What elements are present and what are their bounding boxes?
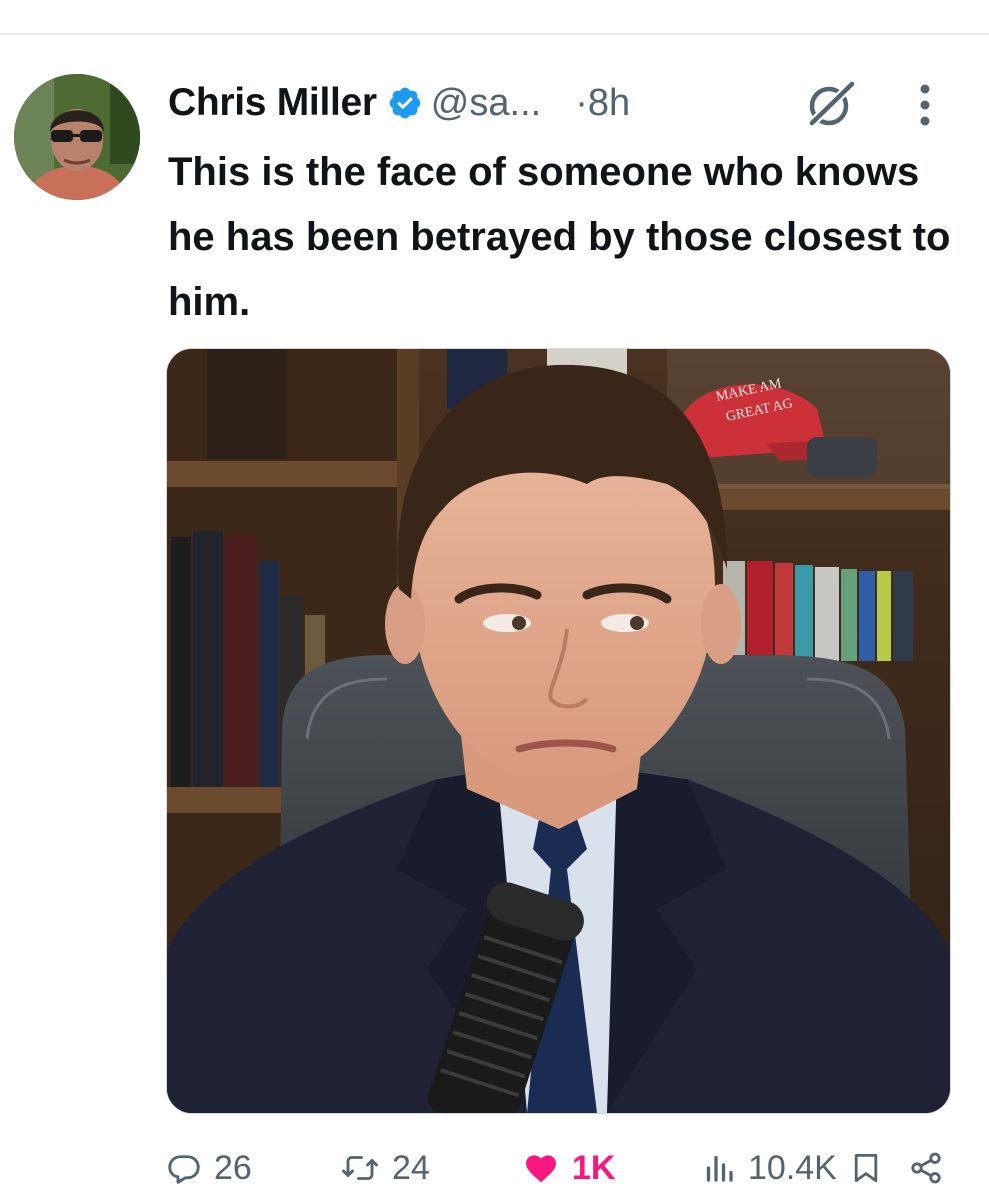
author-handle[interactable]: @sa...	[431, 82, 541, 125]
share-icon	[911, 1152, 941, 1184]
bookmark-button[interactable]	[852, 1142, 880, 1194]
bookmark-icon	[854, 1154, 878, 1183]
time-label: 8h	[587, 81, 631, 124]
tweet-actions: 26 24 1K 10.4K	[0, 1142, 989, 1194]
views-button[interactable]: 10.4K	[704, 1142, 837, 1194]
tweet-media-image[interactable]: MAKE AM GREAT AG	[166, 348, 951, 1114]
separator-dot: ·	[575, 81, 588, 124]
view-count: 10.4K	[748, 1148, 837, 1187]
like-button[interactable]: 1K	[522, 1142, 615, 1194]
reply-button[interactable]: 26	[166, 1142, 252, 1194]
verified-badge-icon	[387, 85, 423, 121]
author-display-name[interactable]: Chris Miller	[168, 81, 377, 125]
top-divider	[0, 33, 989, 35]
tweet-timestamp[interactable]: ·8h	[575, 82, 630, 125]
grok-icon[interactable]	[804, 78, 858, 132]
share-button[interactable]	[908, 1142, 944, 1194]
like-icon	[526, 1155, 556, 1183]
tweet-header: Chris Miller @sa... ·8h	[168, 76, 630, 130]
tweet-text: This is the face of someone who knows he…	[168, 150, 951, 324]
views-icon	[706, 1155, 733, 1182]
repost-icon	[342, 1156, 378, 1180]
tweet-page: Chris Miller @sa... ·8h This is the face…	[0, 0, 989, 1200]
reply-icon	[168, 1155, 200, 1184]
like-count: 1K	[572, 1148, 616, 1187]
repost-count: 24	[392, 1148, 430, 1187]
repost-button[interactable]: 24	[340, 1142, 430, 1194]
author-avatar[interactable]	[14, 74, 140, 200]
more-options-icon[interactable]	[910, 80, 940, 130]
reply-count: 26	[214, 1148, 252, 1187]
